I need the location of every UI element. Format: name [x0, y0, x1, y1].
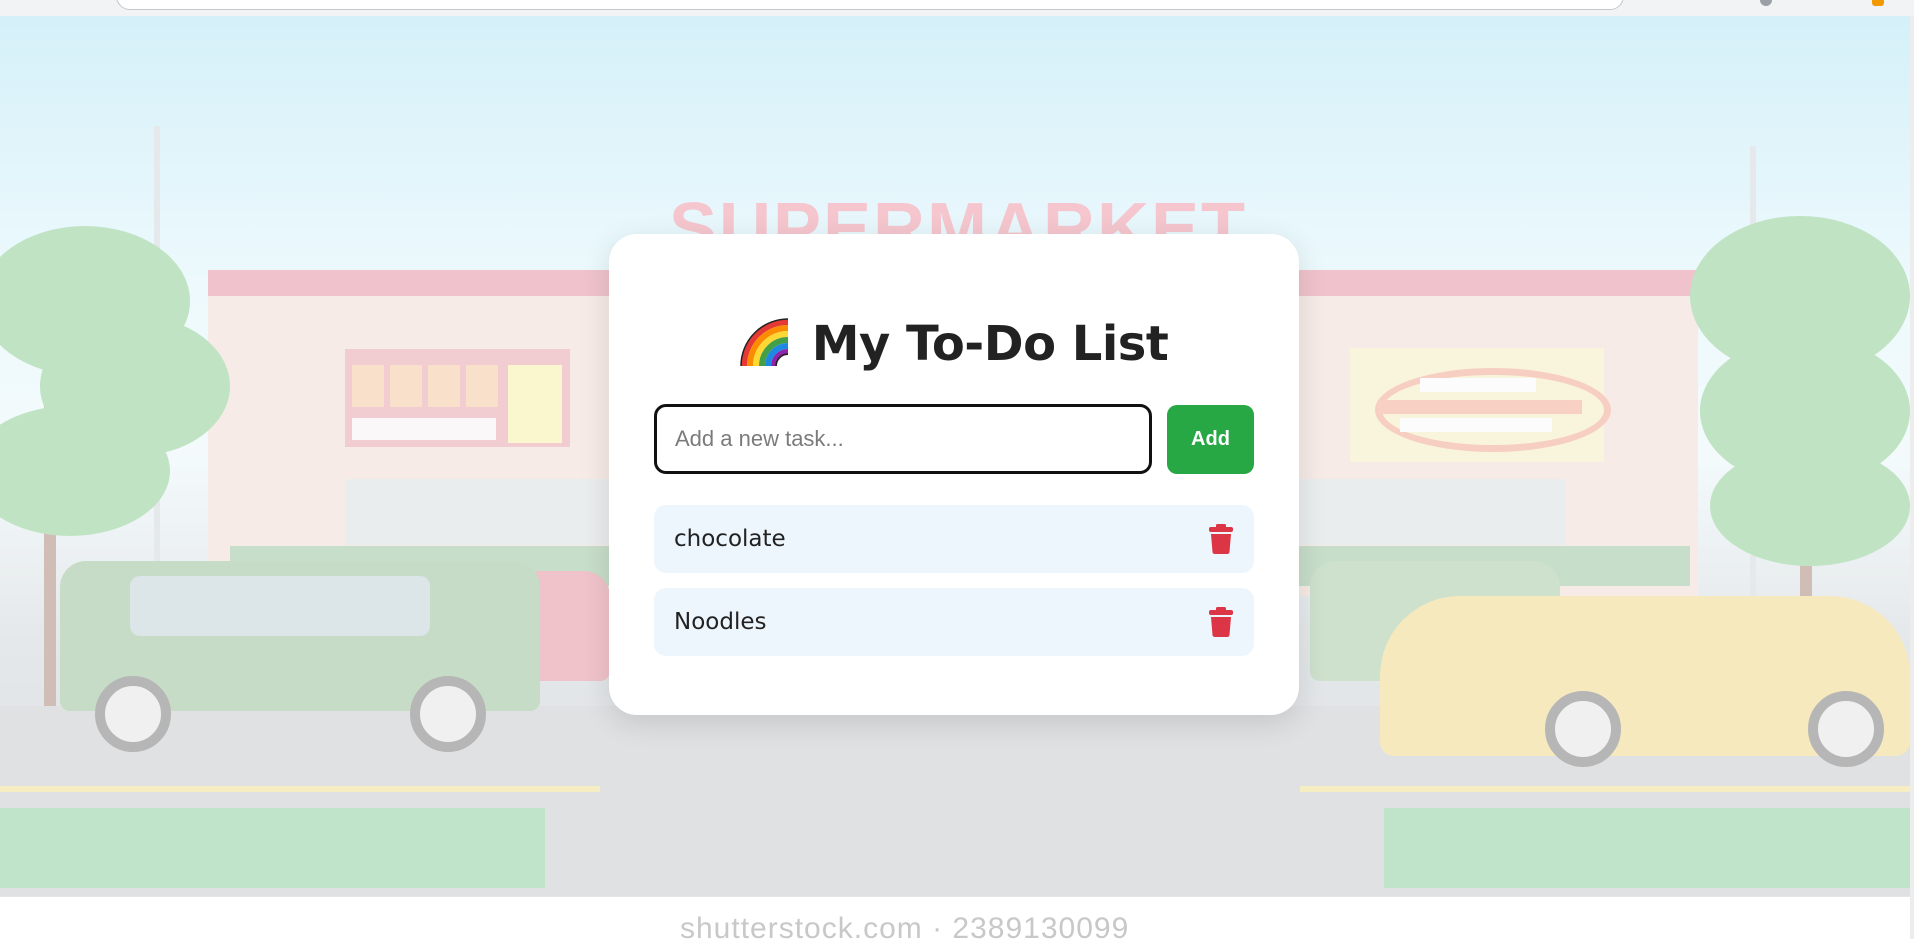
title-row: My To-Do List — [609, 314, 1299, 374]
add-task-button[interactable]: Add — [1167, 405, 1254, 474]
watermark: shutterstock.com · 2389130099 — [680, 912, 1130, 945]
browser-top-strip — [0, 0, 1914, 17]
task-text: chocolate — [674, 526, 786, 552]
trash-icon[interactable] — [1208, 607, 1234, 637]
task-text: Noodles — [674, 609, 767, 635]
page-title: My To-Do List — [811, 316, 1169, 372]
rainbow-icon — [739, 318, 788, 367]
profile-icon[interactable] — [1760, 0, 1772, 6]
new-task-input[interactable] — [654, 404, 1152, 474]
task-item: Noodles — [654, 588, 1254, 656]
task-item: chocolate — [654, 505, 1254, 573]
address-bar[interactable] — [116, 0, 1624, 10]
trash-icon[interactable] — [1208, 524, 1234, 554]
scrollbar-track[interactable] — [1910, 16, 1914, 939]
extension-icon[interactable] — [1872, 0, 1884, 6]
todo-card: My To-Do List Add chocolate Noodles — [609, 234, 1299, 715]
